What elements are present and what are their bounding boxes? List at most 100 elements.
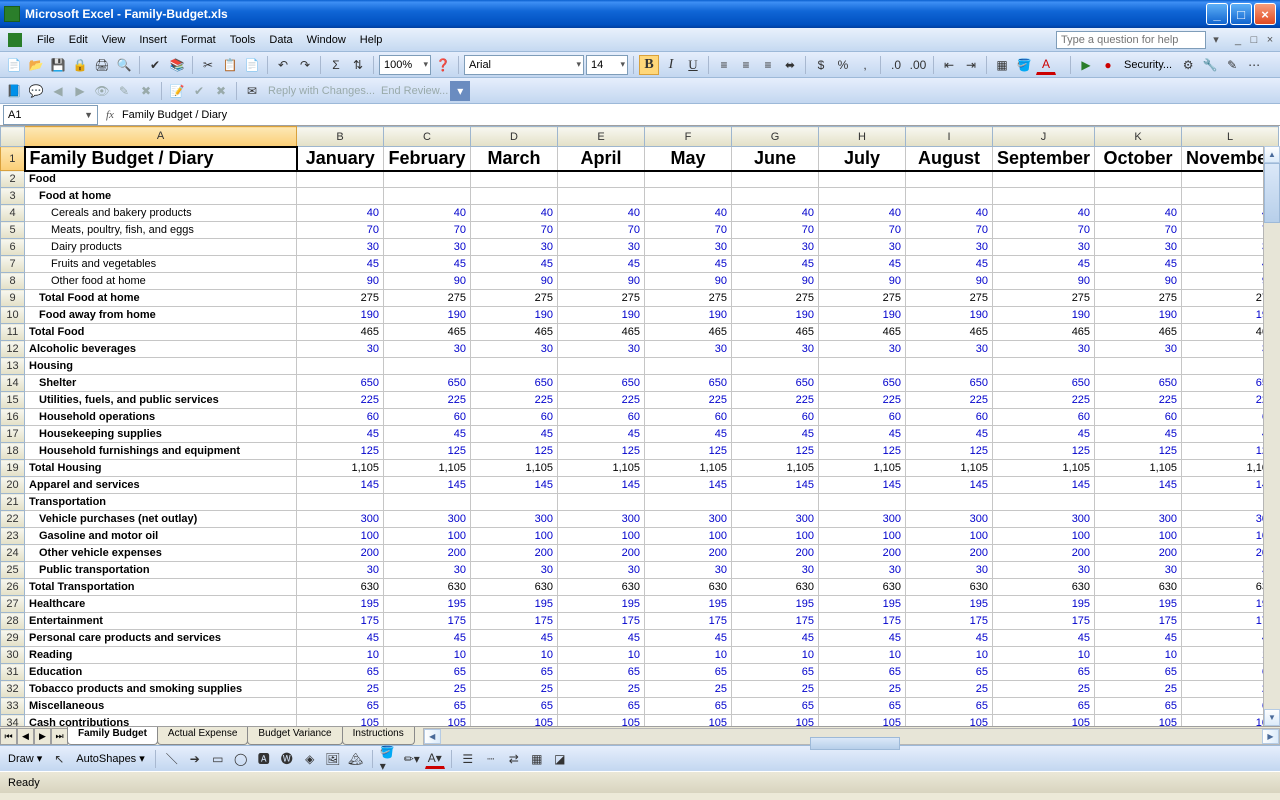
cell-F23[interactable]: 100 (645, 528, 732, 545)
borders-icon[interactable]: ▦ (992, 55, 1012, 75)
minimize-button[interactable]: _ (1206, 3, 1228, 25)
cell-E26[interactable]: 630 (558, 579, 645, 596)
cell-C14[interactable]: 650 (384, 375, 471, 392)
more-icon[interactable]: ⋯ (1244, 55, 1264, 75)
cell-E19[interactable]: 1,105 (558, 460, 645, 477)
cell-G13[interactable] (732, 358, 819, 375)
cell-A21[interactable]: Transportation (25, 494, 297, 511)
cell-D29[interactable]: 45 (471, 630, 558, 647)
cell-B27[interactable]: 195 (297, 596, 384, 613)
cell-I24[interactable]: 200 (906, 545, 993, 562)
cell-D11[interactable]: 465 (471, 324, 558, 341)
cell-D28[interactable]: 175 (471, 613, 558, 630)
cell-G18[interactable]: 125 (732, 443, 819, 460)
cell-C16[interactable]: 60 (384, 409, 471, 426)
cell-I15[interactable]: 225 (906, 392, 993, 409)
col-header-D[interactable]: D (471, 127, 558, 147)
cell-B3[interactable] (297, 188, 384, 205)
cell-J16[interactable]: 60 (993, 409, 1095, 426)
cell-C25[interactable]: 30 (384, 562, 471, 579)
dash-style-icon[interactable]: ┈ (481, 749, 501, 769)
cell-B4[interactable]: 40 (297, 205, 384, 222)
cell-H15[interactable]: 225 (819, 392, 906, 409)
scroll-left-icon[interactable]: ◀ (424, 729, 441, 744)
col-header-K[interactable]: K (1095, 127, 1182, 147)
col-header-C[interactable]: C (384, 127, 471, 147)
cell-A31[interactable]: Education (25, 664, 297, 681)
print-icon[interactable]: 🖨 (92, 55, 112, 75)
cell-A8[interactable]: Other food at home (25, 273, 297, 290)
cell-I9[interactable]: 275 (906, 290, 993, 307)
cell-C31[interactable]: 65 (384, 664, 471, 681)
row-header-9[interactable]: 9 (1, 290, 25, 307)
row-header-12[interactable]: 12 (1, 341, 25, 358)
cell-F7[interactable]: 45 (645, 256, 732, 273)
cell-J12[interactable]: 30 (993, 341, 1095, 358)
cell-B23[interactable]: 100 (297, 528, 384, 545)
cell-K24[interactable]: 200 (1095, 545, 1182, 562)
cell-D9[interactable]: 275 (471, 290, 558, 307)
cell-G33[interactable]: 65 (732, 698, 819, 715)
design-mode-icon[interactable]: ✎ (1222, 55, 1242, 75)
cell-C24[interactable]: 200 (384, 545, 471, 562)
cell-C2[interactable] (384, 171, 471, 188)
cell-C20[interactable]: 145 (384, 477, 471, 494)
cell-C22[interactable]: 300 (384, 511, 471, 528)
cell-C1[interactable]: February (384, 147, 471, 171)
cell-A17[interactable]: Housekeeping supplies (25, 426, 297, 443)
cell-K4[interactable]: 40 (1095, 205, 1182, 222)
cell-J32[interactable]: 25 (993, 681, 1095, 698)
cell-A16[interactable]: Household operations (25, 409, 297, 426)
cell-F25[interactable]: 30 (645, 562, 732, 579)
cell-B17[interactable]: 45 (297, 426, 384, 443)
cell-J11[interactable]: 465 (993, 324, 1095, 341)
cell-G19[interactable]: 1,105 (732, 460, 819, 477)
menu-window[interactable]: Window (300, 31, 353, 49)
cell-H18[interactable]: 125 (819, 443, 906, 460)
comment-icon[interactable]: 💬 (26, 81, 46, 101)
cell-J24[interactable]: 200 (993, 545, 1095, 562)
col-header-G[interactable]: G (732, 127, 819, 147)
cell-E1[interactable]: April (558, 147, 645, 171)
cell-A13[interactable]: Housing (25, 358, 297, 375)
cell-H10[interactable]: 190 (819, 307, 906, 324)
cell-D1[interactable]: March (471, 147, 558, 171)
col-header-J[interactable]: J (993, 127, 1095, 147)
cell-D27[interactable]: 195 (471, 596, 558, 613)
rectangle-icon[interactable]: ▭ (208, 749, 228, 769)
cell-F29[interactable]: 45 (645, 630, 732, 647)
cell-A27[interactable]: Healthcare (25, 596, 297, 613)
cell-H23[interactable]: 100 (819, 528, 906, 545)
increase-indent-icon[interactable]: ⇥ (961, 55, 981, 75)
cell-D10[interactable]: 190 (471, 307, 558, 324)
currency-icon[interactable]: $ (811, 55, 831, 75)
cell-E3[interactable] (558, 188, 645, 205)
cell-K10[interactable]: 190 (1095, 307, 1182, 324)
cell-G15[interactable]: 225 (732, 392, 819, 409)
cell-I21[interactable] (906, 494, 993, 511)
cell-F1[interactable]: May (645, 147, 732, 171)
cell-B29[interactable]: 45 (297, 630, 384, 647)
fx-icon[interactable]: fx (106, 109, 114, 121)
cell-J30[interactable]: 10 (993, 647, 1095, 664)
cell-A30[interactable]: Reading (25, 647, 297, 664)
cell-E12[interactable]: 30 (558, 341, 645, 358)
cell-K33[interactable]: 65 (1095, 698, 1182, 715)
font-name-combo[interactable]: Arial▾ (464, 55, 584, 75)
help-dropdown-icon[interactable]: ▾ (1210, 33, 1222, 46)
cell-J34[interactable]: 105 (993, 715, 1095, 727)
cell-F18[interactable]: 125 (645, 443, 732, 460)
cell-D23[interactable]: 100 (471, 528, 558, 545)
cell-J13[interactable] (993, 358, 1095, 375)
cell-C13[interactable] (384, 358, 471, 375)
formula-bar[interactable]: Family Budget / Diary (122, 109, 227, 121)
cell-I33[interactable]: 65 (906, 698, 993, 715)
cell-F33[interactable]: 65 (645, 698, 732, 715)
cell-I20[interactable]: 145 (906, 477, 993, 494)
cell-A18[interactable]: Household furnishings and equipment (25, 443, 297, 460)
select-all-cell[interactable] (1, 127, 25, 147)
cell-J1[interactable]: September (993, 147, 1095, 171)
col-header-F[interactable]: F (645, 127, 732, 147)
new-icon[interactable]: 📄 (4, 55, 24, 75)
cell-J33[interactable]: 65 (993, 698, 1095, 715)
